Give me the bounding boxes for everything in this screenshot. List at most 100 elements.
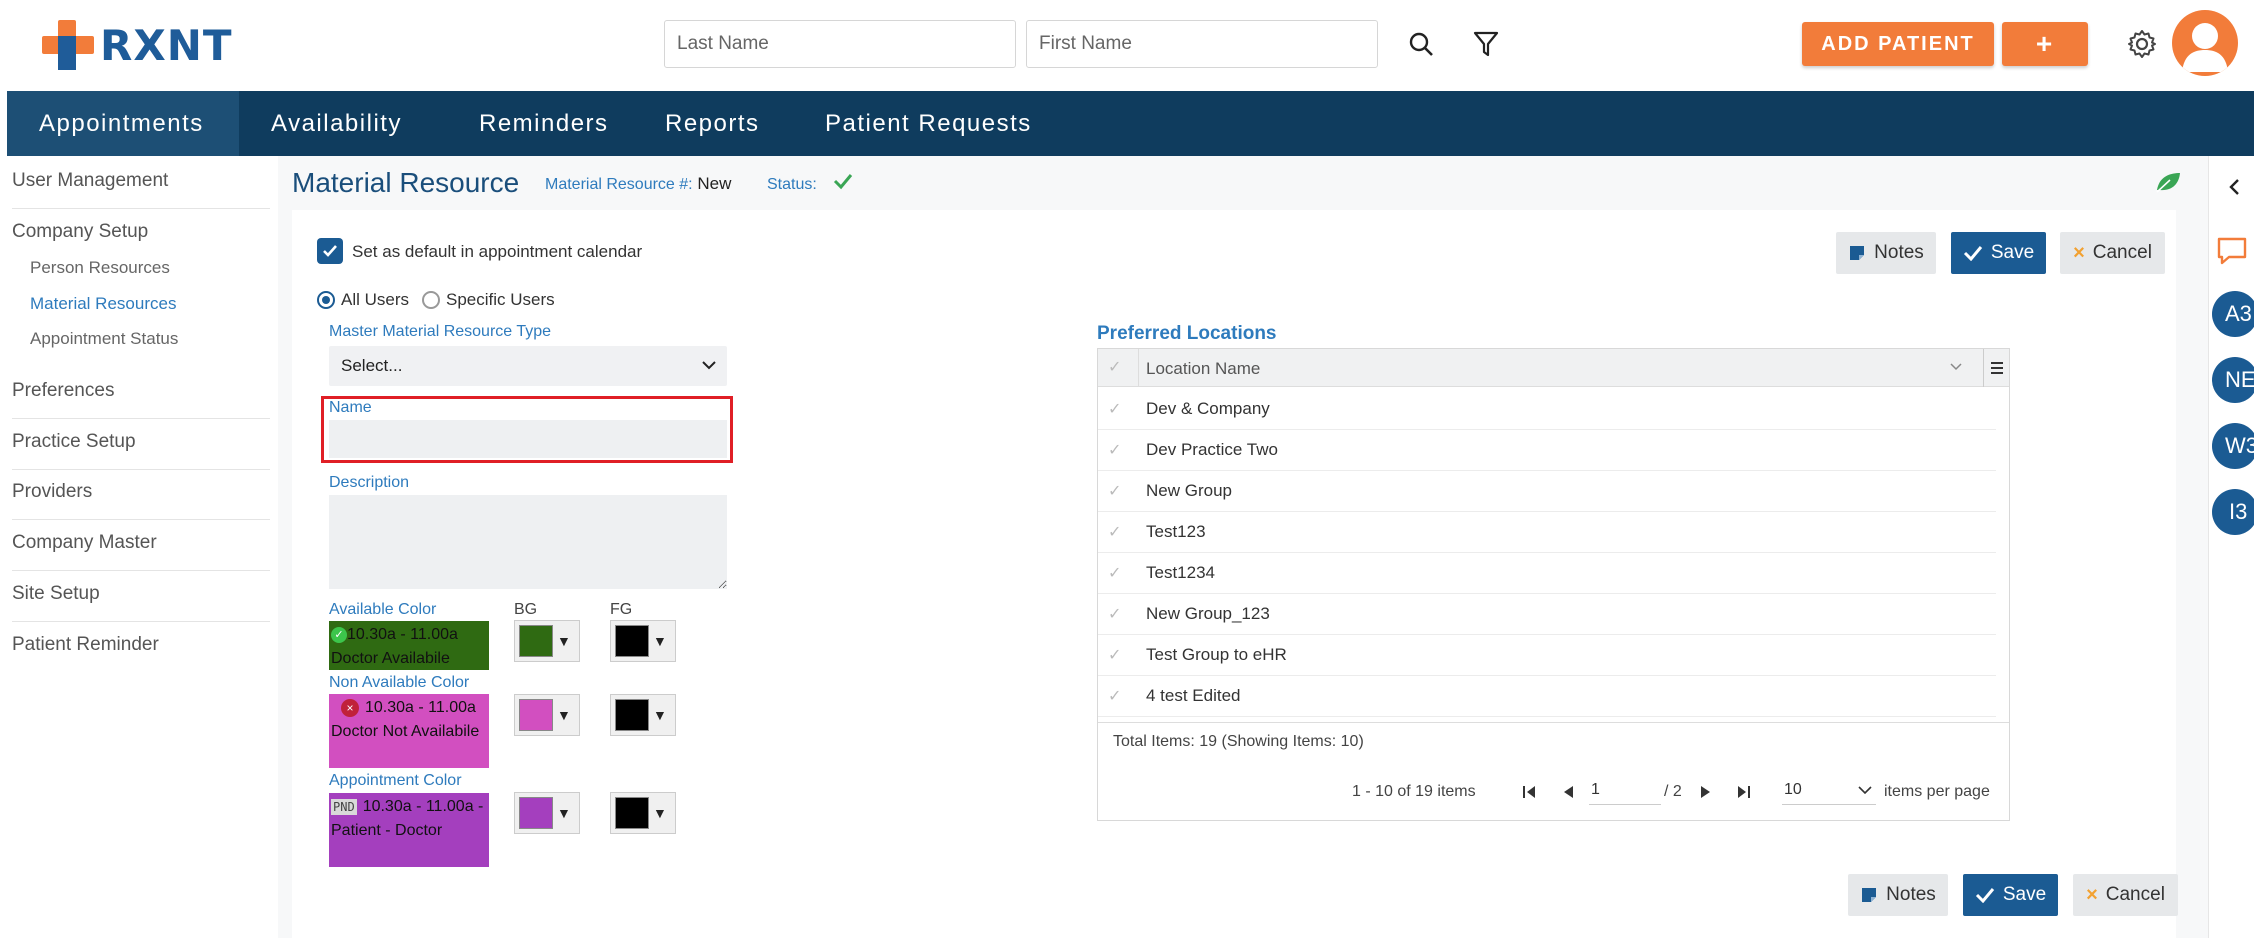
- location-name-header[interactable]: Location Name: [1146, 359, 1260, 379]
- sidebar-item-appointment-status[interactable]: Appointment Status: [30, 329, 178, 349]
- grid-header: ✓ Location Name: [1098, 349, 2009, 387]
- pager-range: 1 - 10 of 19 items: [1352, 783, 1476, 800]
- total-items: Total Items: 19 (Showing Items: 10): [1113, 733, 1364, 750]
- last-page-icon[interactable]: [1735, 783, 1753, 801]
- chevron-down-icon[interactable]: [1950, 363, 1962, 371]
- pnd-badge: PND: [331, 798, 357, 815]
- rail-badge[interactable]: NE: [2212, 357, 2254, 403]
- available-preview-text: 10.30a - 11.00a Doctor Availabile: [331, 626, 458, 667]
- resource-number: Material Resource #: New: [545, 174, 731, 194]
- divider: [12, 418, 270, 419]
- specific-users-label: Specific Users: [446, 290, 555, 309]
- description-textarea[interactable]: [329, 495, 727, 589]
- sidebar-item-material-resources[interactable]: Material Resources: [30, 294, 176, 314]
- non-available-color-label: Non Available Color: [329, 674, 470, 691]
- sidebar-item-person-resources[interactable]: Person Resources: [30, 258, 170, 278]
- table-row[interactable]: ✓ Test Group to eHR: [1098, 635, 1996, 676]
- sidebar: User Management Company Setup Person Res…: [0, 156, 270, 938]
- row-check-icon[interactable]: ✓: [1108, 399, 1121, 419]
- sidebar-item-providers[interactable]: Providers: [12, 481, 270, 503]
- sidebar-item-company-master[interactable]: Company Master: [12, 532, 270, 554]
- menu-icon[interactable]: [1989, 360, 2005, 376]
- last-name-input[interactable]: [664, 20, 1016, 68]
- first-page-icon[interactable]: [1520, 783, 1538, 801]
- specific-users-radio[interactable]: [422, 291, 440, 309]
- add-patient-button[interactable]: ADD PATIENT: [1802, 22, 1994, 66]
- master-type-select[interactable]: Select...: [329, 346, 727, 386]
- location-name: Dev & Company: [1146, 399, 1270, 418]
- sidebar-item-patient-reminder[interactable]: Patient Reminder: [12, 634, 270, 656]
- nav-appointments[interactable]: Appointments: [7, 91, 239, 156]
- search-icon[interactable]: [1403, 26, 1439, 62]
- sidebar-item-practice-setup[interactable]: Practice Setup: [12, 431, 270, 453]
- nav-reminders[interactable]: Reminders: [447, 91, 641, 156]
- row-check-icon[interactable]: ✓: [1108, 563, 1121, 583]
- page-input[interactable]: 1: [1589, 777, 1661, 805]
- description-label: Description: [329, 474, 410, 491]
- page-size-select[interactable]: 10: [1782, 777, 1876, 805]
- table-row[interactable]: ✓ New Group_123: [1098, 594, 1996, 635]
- first-name-input[interactable]: [1026, 20, 1378, 68]
- row-check-icon[interactable]: ✓: [1108, 440, 1121, 460]
- default-checkbox[interactable]: [317, 238, 343, 264]
- filter-icon[interactable]: [1468, 26, 1504, 62]
- save-button[interactable]: Save: [1951, 232, 2046, 274]
- nav-patient-requests[interactable]: Patient Requests: [793, 91, 1064, 156]
- location-name: New Group_123: [1146, 604, 1270, 623]
- available-fg-picker[interactable]: ▼: [610, 620, 676, 662]
- nav-reports[interactable]: Reports: [633, 91, 792, 156]
- sidebar-item-company-setup[interactable]: Company Setup: [12, 221, 270, 243]
- divider: [1098, 722, 2009, 723]
- cancel-button[interactable]: × Cancel: [2060, 232, 2165, 274]
- chevron-left-icon[interactable]: [2228, 178, 2240, 196]
- cancel-label: Cancel: [2105, 884, 2165, 905]
- notes-button-bottom[interactable]: Notes: [1848, 874, 1948, 916]
- table-row[interactable]: ✓ New Group: [1098, 471, 1996, 512]
- nav-availability[interactable]: Availability: [239, 91, 434, 156]
- gear-icon[interactable]: [2124, 26, 2160, 62]
- previous-page-icon[interactable]: [1560, 783, 1576, 801]
- top-header: RXNT ADD PATIENT +: [0, 0, 2254, 91]
- non-available-bg-picker[interactable]: ▼: [514, 694, 580, 736]
- rail-badge[interactable]: I3: [2212, 489, 2254, 535]
- save-button-bottom[interactable]: Save: [1963, 874, 2058, 916]
- all-users-radio[interactable]: [317, 291, 335, 309]
- color-swatch: [519, 699, 553, 731]
- row-check-icon[interactable]: ✓: [1108, 686, 1121, 706]
- available-bg-picker[interactable]: ▼: [514, 620, 580, 662]
- rail-badge[interactable]: A3: [2212, 291, 2254, 337]
- row-check-icon[interactable]: ✓: [1108, 604, 1121, 624]
- appointment-fg-picker[interactable]: ▼: [610, 792, 676, 834]
- table-row[interactable]: ✓ Test1234: [1098, 553, 1996, 594]
- row-check-icon[interactable]: ✓: [1108, 645, 1121, 665]
- location-name: Dev Practice Two: [1146, 440, 1278, 459]
- appointment-bg-picker[interactable]: ▼: [514, 792, 580, 834]
- select-all-check-icon[interactable]: ✓: [1108, 357, 1121, 377]
- add-button[interactable]: +: [2002, 22, 2088, 66]
- name-input[interactable]: [329, 420, 727, 458]
- next-page-icon[interactable]: [1698, 783, 1714, 801]
- leaf-icon[interactable]: [2154, 170, 2182, 194]
- cancel-button-bottom[interactable]: × Cancel: [2073, 874, 2178, 916]
- chat-icon[interactable]: [2216, 236, 2248, 266]
- location-name: 4 test Edited: [1146, 686, 1241, 705]
- color-swatch: [519, 625, 553, 657]
- sidebar-item-user-management[interactable]: User Management: [12, 170, 270, 192]
- table-row[interactable]: ✓ Dev & Company: [1098, 389, 1996, 430]
- sidebar-item-preferences[interactable]: Preferences: [12, 380, 270, 402]
- sidebar-item-site-setup[interactable]: Site Setup: [12, 583, 270, 605]
- row-check-icon[interactable]: ✓: [1108, 481, 1121, 501]
- logo-cross-icon: [42, 20, 94, 70]
- non-available-fg-picker[interactable]: ▼: [610, 694, 676, 736]
- avatar[interactable]: [2172, 10, 2238, 76]
- rail-badge[interactable]: W3: [2212, 423, 2254, 469]
- notes-button[interactable]: Notes: [1836, 232, 1936, 274]
- table-row[interactable]: ✓ Dev Practice Two: [1098, 430, 1996, 471]
- dropdown-arrow-icon: ▼: [653, 707, 667, 723]
- table-row[interactable]: ✓ Test123: [1098, 512, 1996, 553]
- appointment-color-label: Appointment Color: [329, 772, 462, 789]
- table-row[interactable]: ✓ 4 test Edited: [1098, 676, 1996, 717]
- rxnt-logo[interactable]: RXNT: [42, 20, 233, 70]
- notes-label: Notes: [1874, 242, 1924, 263]
- row-check-icon[interactable]: ✓: [1108, 522, 1121, 542]
